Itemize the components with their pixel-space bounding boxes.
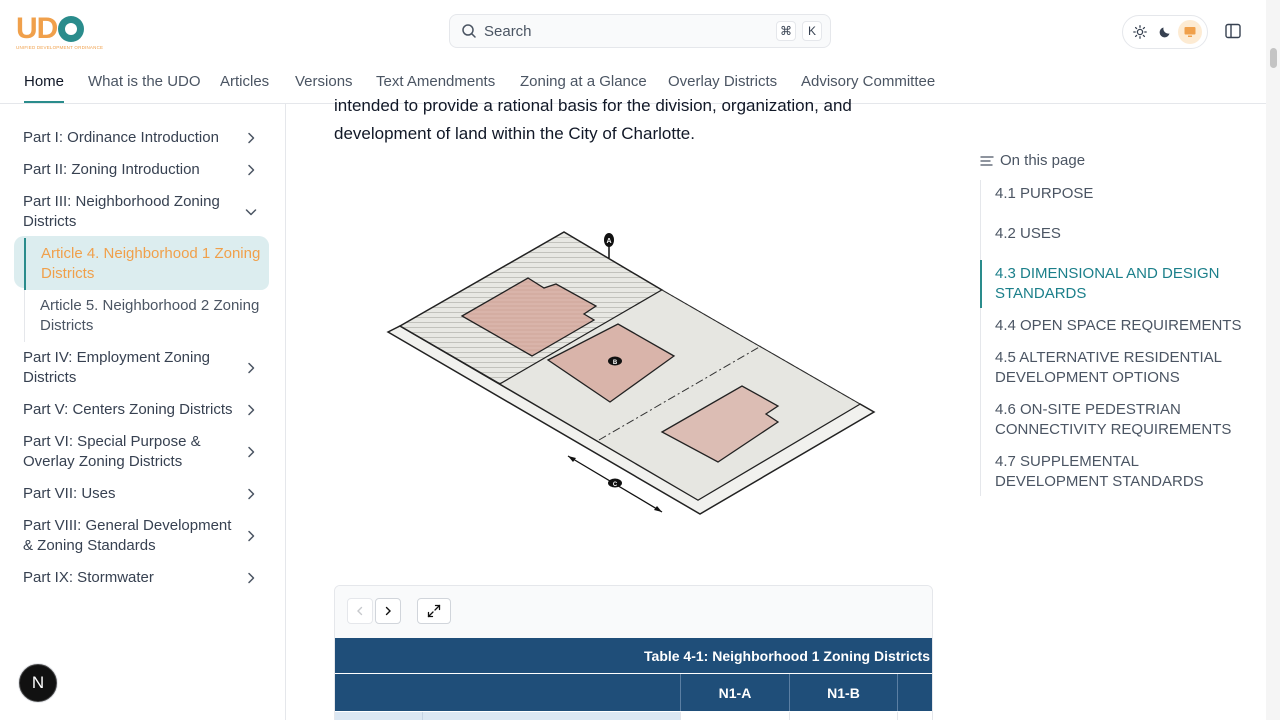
sidebar-item-part-6[interactable]: Part VI: Special Purpose & Overlay Zonin… [14, 426, 269, 478]
sidebar-item-part-1[interactable]: Part I: Ordinance Introduction [14, 122, 269, 154]
chevron-right-icon [248, 530, 255, 542]
table-next-button[interactable] [375, 598, 401, 624]
column-header-n1-a: N1-A [680, 674, 789, 711]
nav-tab-articles[interactable]: Articles [220, 64, 269, 103]
chevron-left-icon [357, 606, 363, 616]
sidebar-item-part-7[interactable]: Part VII: Uses [14, 478, 269, 510]
dimension-table: Table 4-1: Neighborhood 1 Zoning Distric… [334, 585, 933, 720]
table-header-row: N1-A N1-B [335, 674, 932, 711]
sidebar: Part I: Ordinance Introduction Part II: … [0, 104, 286, 720]
sidebar-item-label: Part IX: Stormwater [23, 569, 154, 586]
logo-wordmark: UD [16, 14, 88, 44]
table-divider [789, 712, 790, 720]
sidebar-item-part-8[interactable]: Part VIII: General Development & Zoning … [14, 510, 269, 562]
chevron-right-icon [248, 488, 255, 500]
sidebar-item-label: Part IV: Employment Zoning Districts [23, 349, 211, 386]
toc-item-4-5[interactable]: 4.5 ALTERNATIVE RESIDENTIAL DEVELOPMENT … [981, 344, 1251, 392]
app-root: UD UNIFIED DEVELOPMENT ORDINANCE Search … [0, 0, 1266, 720]
toc-item-4-4[interactable]: 4.4 OPEN SPACE REQUIREMENTS [981, 312, 1251, 340]
main-content: intended to provide a rational basis for… [286, 0, 966, 720]
sidebar-toggle-icon[interactable] [1218, 16, 1248, 46]
sidebar-item-label: Part VI: Special Purpose & Overlay Zonin… [23, 433, 201, 470]
diagram-label-c: C [613, 482, 618, 488]
toc-list: 4.1 PURPOSE 4.2 USES 4.3 DIMENSIONAL AND… [980, 180, 1251, 496]
udo-logo[interactable]: UD UNIFIED DEVELOPMENT ORDINANCE [16, 14, 104, 51]
sidebar-item-label: Part VIII: General Development & Zoning … [23, 517, 232, 554]
sidebar-item-part-5[interactable]: Part V: Centers Zoning Districts [14, 394, 269, 426]
sidebar-item-label: Part II: Zoning Introduction [23, 161, 200, 178]
table-divider [680, 712, 681, 720]
table-controls [335, 586, 932, 638]
sidebar-item-label: Part III: Neighborhood Zoning Districts [23, 193, 220, 230]
logo-letter-u: U [16, 12, 38, 45]
lot-dimension-diagram: A B C [386, 231, 876, 515]
table-prev-button[interactable] [347, 598, 373, 624]
sidebar-item-article-4[interactable]: Article 4. Neighborhood 1 Zoning Distric… [24, 238, 269, 290]
nav-tab-home[interactable]: Home [24, 64, 65, 103]
chevron-right-icon [248, 132, 255, 144]
logo-seal-icon [58, 16, 85, 42]
chevron-right-icon [248, 164, 255, 176]
list-icon [980, 155, 994, 166]
sidebar-item-label: Part V: Centers Zoning Districts [23, 401, 233, 418]
sidebar-item-part-2[interactable]: Part II: Zoning Introduction [14, 154, 269, 186]
sidebar-item-part-9[interactable]: Part IX: Stormwater [14, 562, 269, 594]
table-title-row: Table 4-1: Neighborhood 1 Zoning Distric… [335, 638, 932, 673]
chevron-right-icon [248, 572, 255, 584]
toc-item-4-6[interactable]: 4.6 ON-SITE PEDESTRIAN CONNECTIVITY REQU… [981, 396, 1251, 444]
chevron-right-icon [248, 362, 255, 374]
toc-item-4-7[interactable]: 4.7 SUPPLEMENTAL DEVELOPMENT STANDARDS [981, 448, 1251, 496]
chevron-right-icon [385, 606, 391, 616]
sidebar-item-label: Part VII: Uses [23, 485, 116, 502]
sidebar-item-part-3[interactable]: Part III: Neighborhood Zoning Districts [14, 186, 269, 238]
nav-tab-what-is-udo[interactable]: What is the UDO [88, 64, 201, 103]
column-header-next [897, 674, 932, 711]
logo-letter-d: D [36, 12, 59, 45]
table-title: Table 4-1: Neighborhood 1 Zoning Distric… [644, 648, 930, 664]
sun-icon[interactable] [1128, 20, 1152, 44]
toc-item-4-3[interactable]: 4.3 DIMENSIONAL AND DESIGN STANDARDS [980, 260, 1251, 308]
table-cell [423, 712, 680, 720]
theme-switcher [1122, 15, 1208, 49]
sidebar-item-article-5[interactable]: Article 5. Neighborhood 2 Zoning Distric… [24, 290, 269, 342]
diagram-label-a: A [606, 238, 611, 245]
chevron-down-icon [245, 209, 257, 216]
table-divider [897, 712, 898, 720]
toc-item-4-2[interactable]: 4.2 USES [981, 220, 1251, 248]
toc-header: On this page [980, 152, 1085, 169]
chevron-right-icon [248, 446, 255, 458]
expand-icon [427, 604, 441, 618]
chevron-right-icon [248, 404, 255, 416]
table-row [335, 712, 932, 720]
toc-item-4-1[interactable]: 4.1 PURPOSE [981, 180, 1251, 208]
scrollbar-thumb[interactable] [1270, 48, 1277, 68]
purpose-paragraph: intended to provide a rational basis for… [334, 96, 852, 143]
moon-icon[interactable] [1153, 20, 1177, 44]
logo-tagline: UNIFIED DEVELOPMENT ORDINANCE [16, 45, 104, 50]
page-scrollbar[interactable] [1266, 0, 1280, 720]
table-expand-button[interactable] [417, 598, 451, 624]
sidebar-item-label: Part I: Ordinance Introduction [23, 129, 219, 146]
next-devtools-badge[interactable]: N [19, 664, 57, 702]
toc-title: On this page [1000, 152, 1086, 169]
monitor-icon[interactable] [1178, 20, 1203, 44]
diagram-label-b: B [613, 360, 618, 366]
sidebar-item-part-4[interactable]: Part IV: Employment Zoning Districts [14, 342, 269, 394]
table-cell [335, 712, 423, 720]
column-header-n1-b: N1-B [789, 674, 897, 711]
